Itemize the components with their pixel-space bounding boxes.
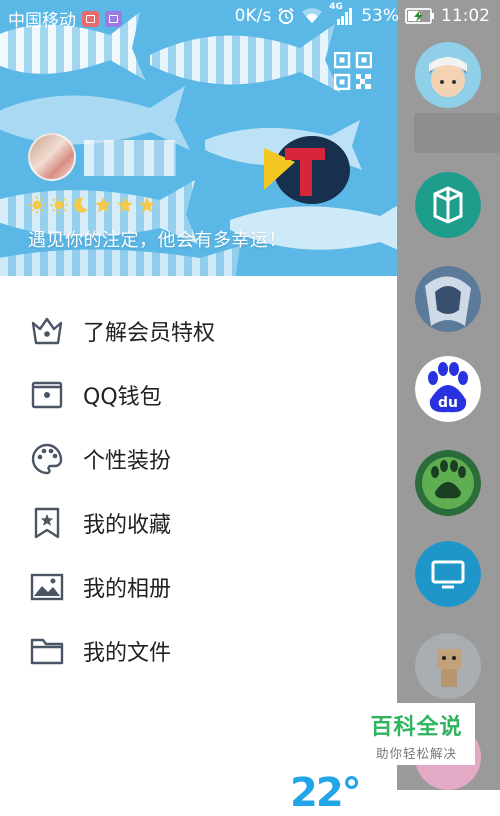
menu-item-label: 我的相册: [83, 577, 172, 602]
avatar-display[interactable]: [415, 541, 481, 607]
battery-charging-icon: [405, 8, 434, 24]
star-icon: [139, 197, 155, 213]
star-icon: [117, 197, 133, 213]
user-avatar[interactable]: [28, 133, 76, 181]
battery-percent: 53%: [361, 6, 399, 26]
notification-icon: [82, 10, 99, 27]
level-badges[interactable]: [28, 196, 156, 214]
bookmark-star-icon: [34, 507, 60, 539]
photo-icon: [30, 573, 64, 601]
menu-item-album[interactable]: 我的相册: [0, 554, 397, 618]
conversation-list-overlay[interactable]: du: [397, 0, 500, 790]
menu-item-label: 了解会员特权: [83, 321, 216, 346]
svg-text:du: du: [438, 395, 458, 411]
watermark-logo: 百科全说 助你轻松解决: [358, 703, 475, 765]
drawer-menu: 了解会员特权 QQ钱包 个性装扮 我的收藏 我的相册 我的文件: [0, 298, 397, 682]
crown-icon: [31, 317, 63, 345]
watermark-subtitle: 助你轻松解决: [375, 746, 457, 761]
menu-item-label: 个性装扮: [83, 449, 172, 474]
moon-icon: [74, 197, 88, 213]
menu-item-qq-wallet[interactable]: QQ钱包: [0, 362, 397, 426]
avatar-book-app[interactable]: [415, 172, 481, 238]
status-bar: 中国移动 0K/s 4G 53% 11:02: [0, 0, 500, 34]
sun-icon: [50, 196, 68, 214]
watermark-title: 百科全说: [370, 715, 463, 740]
profile-header[interactable]: 遇见你的注定，他会有多幸运！: [0, 0, 397, 276]
menu-item-label: 我的收藏: [83, 513, 172, 538]
menu-item-vip-privileges[interactable]: 了解会员特权: [0, 298, 397, 362]
user-nickname-blurred[interactable]: [84, 140, 176, 176]
net-speed: 0K/s: [234, 6, 272, 26]
palette-icon: [31, 443, 63, 475]
menu-item-favorites[interactable]: 我的收藏: [0, 490, 397, 554]
wallet-icon: [31, 381, 63, 409]
star-icon: [95, 197, 111, 213]
alarm-icon: [278, 7, 294, 25]
avatar-anime[interactable]: [415, 266, 481, 332]
avatar-baidu[interactable]: du: [415, 356, 481, 422]
avatar-leaves[interactable]: [415, 450, 481, 516]
sun-icon: [28, 196, 46, 214]
carrier-label: 中国移动: [8, 11, 76, 31]
avatar-my-profile[interactable]: [415, 42, 481, 108]
menu-item-personalize[interactable]: 个性装扮: [0, 426, 397, 490]
menu-item-files[interactable]: 我的文件: [0, 618, 397, 682]
menu-item-label: QQ钱包: [83, 385, 162, 410]
weather-temperature[interactable]: 22°: [290, 770, 362, 816]
folder-icon: [30, 638, 64, 665]
wifi-icon: [302, 8, 323, 23]
avatar-danbo[interactable]: [415, 633, 481, 699]
image-notification-icon: [105, 10, 122, 27]
user-signature[interactable]: 遇见你的注定，他会有多幸运！: [28, 226, 287, 252]
menu-item-label: 我的文件: [83, 641, 172, 666]
search-box-partial[interactable]: [414, 113, 500, 153]
qr-code-icon[interactable]: [334, 52, 372, 90]
clock: 11:02: [441, 6, 490, 26]
side-drawer: 遇见你的注定，他会有多幸运！ 了解会员特权 QQ钱包 个性装扮 我的收藏 我的相…: [0, 0, 397, 816]
signal-icon: 4G: [329, 2, 355, 26]
